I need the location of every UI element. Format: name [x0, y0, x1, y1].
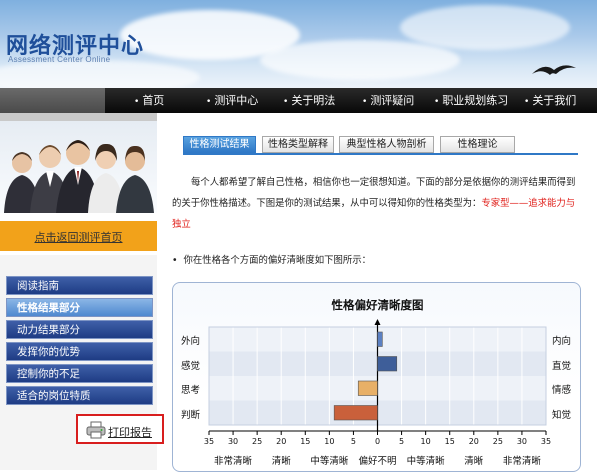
chart-intro-bullet: • 你在性格各个方面的偏好清晰度如下图所示： — [172, 252, 371, 266]
chart-left-label: 思考 — [181, 385, 201, 396]
site-logo-subtitle: Assessment Center Online — [8, 55, 111, 64]
nav-item-career-planning[interactable]: 职业规划练习 — [434, 88, 508, 113]
cloud-decoration — [0, 60, 200, 88]
sidebar-item-reading-guide[interactable]: 阅读指南 — [6, 276, 153, 295]
chart-tick-label: 20 — [276, 437, 287, 446]
sidebar-top-strip — [0, 113, 157, 121]
chart-scale-label: 非常清晰 — [502, 456, 541, 467]
chart-tick-label: 20 — [468, 437, 479, 446]
bullet-dot: • — [172, 255, 178, 266]
printer-icon — [86, 421, 106, 439]
chart-tick-label: 25 — [252, 437, 263, 446]
nav-item-faq[interactable]: 测评疑问 — [362, 88, 414, 113]
chart-tick-label: 35 — [203, 437, 215, 446]
chart-tick-label: 30 — [227, 437, 239, 446]
chart-right-label: 内向 — [552, 336, 572, 347]
chart-bar-1 — [377, 356, 398, 372]
chart-left-label: 判断 — [181, 409, 201, 421]
chart-left-label: 外向 — [181, 336, 201, 347]
team-photo — [0, 121, 157, 213]
chart-tick-label: 15 — [444, 437, 455, 446]
return-home-link[interactable]: 点击返回测评首页 — [0, 229, 157, 245]
preference-clarity-chart-card: 性格偏好清晰度图 外向 感觉 思考 判断 内向 直觉 情感 知觉 35 30 25 20 15 10 5 0 5… — [172, 282, 581, 472]
chart-tick-label: 5 — [350, 437, 356, 446]
site-header: 网络测评中心 Assessment Center Online — [0, 0, 597, 88]
chart-intro-text: 你在性格各个方面的偏好清晰度如下图所示： — [183, 255, 372, 266]
chart-left-label: 感觉 — [181, 360, 201, 372]
chart-bar-2 — [357, 380, 378, 396]
tab-type-explanation[interactable]: 性格类型解释 — [262, 136, 334, 153]
chart-right-label: 直觉 — [552, 360, 572, 372]
bird-icon — [532, 65, 576, 75]
chart-bar-0 — [377, 331, 383, 347]
chart-tick-label: 25 — [492, 437, 503, 446]
tab-personality-theory[interactable]: 性格理论 — [440, 136, 515, 153]
sidebar-item-weaknesses[interactable]: 控制你的不足 — [6, 364, 153, 383]
print-report-label: 打印报告 — [108, 426, 152, 439]
chart-tick-label: 0 — [374, 437, 381, 446]
print-report-button[interactable]: 打印报告 — [76, 414, 164, 444]
nav-left-panel — [0, 88, 105, 113]
chart-tick-label: 5 — [399, 437, 405, 446]
chart-bar-3 — [333, 405, 378, 421]
people-illustration — [4, 140, 154, 213]
chart-axis-arrow — [374, 319, 381, 325]
tab-personality-test-result[interactable]: 性格测试结果 — [183, 136, 256, 153]
chart-right-label: 情感 — [552, 385, 572, 396]
chart-tick-label: 10 — [420, 437, 431, 446]
chart-tick-label: 10 — [324, 437, 335, 446]
nav-item-home[interactable]: 首页 — [134, 88, 164, 113]
tab-underline — [183, 153, 578, 155]
cloud-decoration — [400, 5, 570, 50]
intro-paragraph: 每个人都希望了解自己性格，相信你也一定很想知道。下面的部分是依据你的测评结果而得… — [172, 172, 578, 235]
cloud-decoration — [260, 40, 460, 80]
return-home-box: 点击返回测评首页 — [0, 221, 157, 251]
nav-item-assessment-center[interactable]: 测评中心 — [206, 88, 258, 113]
chart-tick-label: 35 — [540, 437, 552, 446]
sidebar-item-strengths[interactable]: 发挥你的优势 — [6, 342, 153, 361]
sidebar-item-suitable-jobs[interactable]: 适合的岗位特质 — [6, 386, 153, 405]
tab-typical-figures[interactable]: 典型性格人物剖析 — [339, 136, 434, 153]
sidebar-item-personality-results[interactable]: 性格结果部分 — [6, 298, 153, 317]
chart-tick-label: 30 — [516, 437, 528, 446]
sidebar-item-motivation-results[interactable]: 动力结果部分 — [6, 320, 153, 339]
chart-tick-label: 15 — [300, 437, 311, 446]
nav-item-about-mingfa[interactable]: 关于明法 — [283, 88, 335, 113]
chart-right-label: 知觉 — [552, 409, 572, 421]
nav-item-about-us[interactable]: 关于我们 — [524, 88, 576, 113]
